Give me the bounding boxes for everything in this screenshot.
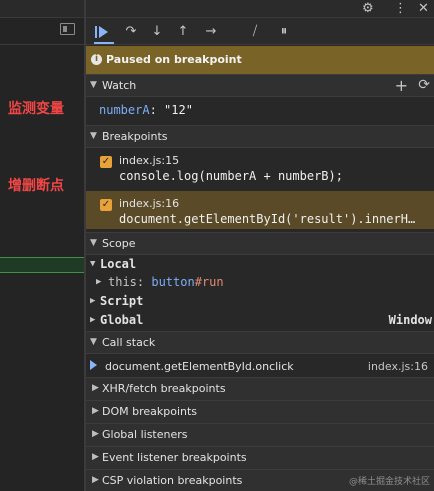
more-options-icon[interactable]: ⋮ — [394, 1, 407, 16]
scope-section-header[interactable]: ▼ Scope — [86, 232, 434, 255]
watch-value: "12" — [164, 103, 193, 117]
scope-global[interactable]: ▶ Global Window — [86, 312, 434, 331]
chevron-down-icon: ▼ — [90, 259, 96, 269]
info-icon: i — [91, 54, 102, 65]
paused-text: Paused on breakpoint — [106, 53, 242, 66]
step-out-icon[interactable]: ↑ — [174, 22, 192, 41]
toggle-sidebar-icon[interactable] — [60, 23, 75, 35]
current-frame-arrow-icon — [90, 360, 97, 370]
annotation-watch: 监测变量 — [8, 101, 64, 117]
scope-title: Scope — [102, 237, 136, 250]
debugger-sidebar: ⚙ ⋮ ✕ ↷ ↓ ↑ → ⧸ ⏸ i Paused on breakpoint… — [86, 0, 434, 491]
chevron-down-icon: ▼ — [90, 131, 97, 141]
scope-global-label: Global — [100, 313, 144, 327]
chevron-down-icon: ▼ — [90, 80, 97, 90]
divider — [0, 44, 84, 45]
section-title: XHR/fetch breakpoints — [102, 382, 226, 395]
deactivate-breakpoints-icon[interactable]: ⧸ — [244, 22, 266, 41]
event-listener-breakpoints-section[interactable]: ▶ Event listener breakpoints — [86, 446, 434, 469]
section-title: Global listeners — [102, 428, 188, 441]
section-title: Event listener breakpoints — [102, 451, 247, 464]
breakpoint-code: console.log(numberA + numberB); — [119, 169, 343, 183]
resume-icon[interactable] — [92, 22, 114, 44]
breakpoints-title: Breakpoints — [102, 130, 168, 143]
property-id: #run — [194, 275, 224, 289]
breakpoint-item[interactable]: ✓ index.js:16 document.getElementById('r… — [86, 191, 434, 229]
add-watch-icon[interactable]: + — [395, 76, 408, 95]
watch-section-header[interactable]: ▼ Watch + ⟳ — [86, 74, 434, 97]
scope-this-property[interactable]: ▶ this: button#run — [86, 274, 434, 293]
breakpoint-checkbox[interactable]: ✓ — [100, 199, 112, 211]
breakpoint-item[interactable]: ✓ index.js:15 console.log(numberA + numb… — [86, 148, 434, 186]
xhr-breakpoints-section[interactable]: ▶ XHR/fetch breakpoints — [86, 377, 434, 400]
chevron-down-icon: ▼ — [90, 337, 97, 347]
callstack-section-header[interactable]: ▼ Call stack — [86, 331, 434, 354]
source-tabbar — [0, 0, 84, 18]
chevron-right-icon: ▶ — [90, 315, 96, 325]
chevron-right-icon: ▶ — [90, 296, 96, 306]
property-key: this: — [108, 275, 145, 289]
chevron-right-icon: ▶ — [92, 475, 99, 485]
breakpoint-location: index.js:16 — [119, 197, 180, 210]
watch-item[interactable]: numberA: "12" — [86, 97, 434, 125]
step-into-icon[interactable]: ↓ — [148, 22, 166, 41]
step-over-icon[interactable]: ↷ — [120, 22, 142, 41]
frame-location: index.js:16 — [367, 360, 428, 373]
global-listeners-section[interactable]: ▶ Global listeners — [86, 423, 434, 446]
watermark: @稀土掘金技术社区 — [348, 477, 430, 487]
refresh-icon[interactable]: ⟳ — [418, 77, 430, 93]
debugger-toolbar: ↷ ↓ ↑ → ⧸ ⏸ — [86, 18, 434, 45]
chevron-right-icon: ▶ — [92, 429, 99, 439]
section-title: DOM breakpoints — [102, 405, 198, 418]
property-tag: button — [151, 275, 195, 289]
scope-local-label: Local — [100, 257, 137, 271]
panel-topbar: ⚙ ⋮ ✕ — [86, 0, 434, 18]
scope-global-value: Window — [388, 313, 432, 327]
scope-script[interactable]: ▶ Script — [86, 293, 434, 312]
breakpoints-section-header[interactable]: ▼ Breakpoints — [86, 125, 434, 148]
frame-name: document.getElementById.onclick — [105, 360, 294, 373]
step-icon[interactable]: → — [200, 22, 222, 41]
watch-name: numberA — [99, 103, 150, 117]
watch-title: Watch — [102, 79, 137, 92]
settings-gear-icon[interactable]: ⚙ — [362, 1, 374, 16]
breakpoint-location: index.js:15 — [119, 154, 180, 167]
scope-script-label: Script — [100, 294, 144, 308]
callstack-title: Call stack — [102, 336, 156, 349]
close-icon[interactable]: ✕ — [418, 1, 429, 16]
breakpoint-checkbox[interactable]: ✓ — [100, 156, 112, 168]
scope-local[interactable]: ▼ Local — [86, 256, 434, 275]
breakpoint-code: document.getElementById('result').innerH… — [119, 212, 416, 226]
chevron-right-icon: ▶ — [92, 452, 99, 462]
chevron-right-icon: ▶ — [96, 277, 102, 287]
pause-on-exceptions-icon[interactable]: ⏸ — [274, 22, 294, 41]
current-line-highlight — [0, 257, 84, 273]
section-title: CSP violation breakpoints — [102, 474, 243, 487]
chevron-down-icon: ▼ — [90, 238, 97, 248]
chevron-right-icon: ▶ — [92, 406, 99, 416]
callstack-frame[interactable]: document.getElementById.onclick index.js… — [86, 354, 434, 378]
paused-banner: i Paused on breakpoint — [86, 46, 434, 74]
source-pane: 监测变量 增删断点 — [0, 0, 84, 491]
annotation-breakpoints: 增删断点 — [8, 178, 64, 194]
chevron-right-icon: ▶ — [92, 383, 99, 393]
dom-breakpoints-section[interactable]: ▶ DOM breakpoints — [86, 400, 434, 423]
